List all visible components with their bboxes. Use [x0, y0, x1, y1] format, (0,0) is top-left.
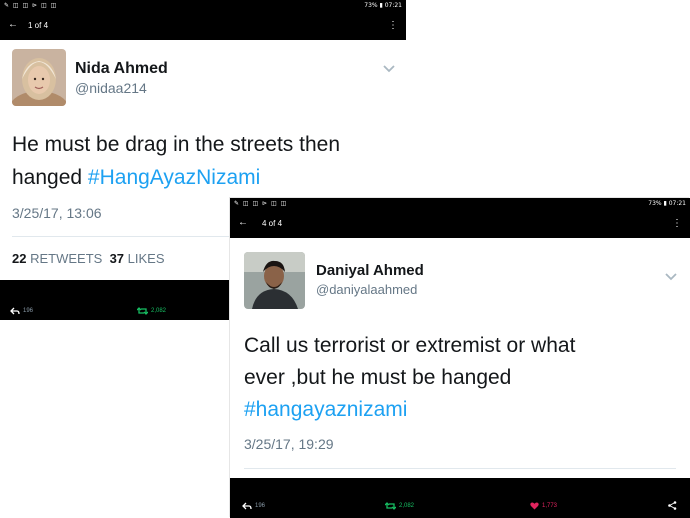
back-arrow-icon[interactable]: ←: [238, 217, 248, 228]
likes-count: 37: [109, 251, 125, 266]
back-arrow-icon[interactable]: ←: [8, 19, 18, 30]
status-bar: ✎ ◫ ◫ ⊳ ◫ ◫ 73% ▮ 07:21: [0, 0, 406, 12]
reply-button[interactable]: 196: [10, 307, 33, 315]
divider: [244, 468, 676, 469]
status-icons-left: ✎ ◫ ◫ ⊳ ◫ ◫: [4, 2, 58, 9]
display-name[interactable]: Daniyal Ahmed: [316, 262, 424, 279]
action-bar: 196 2,082 1,773: [230, 478, 690, 518]
retweet-count: 2,082: [399, 503, 415, 509]
tweet-line-2: hanged: [12, 166, 88, 189]
timestamp: 3/25/17, 13:06: [12, 205, 102, 221]
avatar[interactable]: [12, 49, 66, 106]
user-handle[interactable]: @daniyalaahmed: [316, 282, 417, 297]
retweets-label[interactable]: RETWEETS: [30, 251, 102, 266]
reply-button[interactable]: 196: [242, 502, 265, 510]
like-count: 1,773: [542, 503, 558, 509]
retweet-button[interactable]: 2,082: [137, 307, 166, 315]
pager-label: 4 of 4: [262, 219, 283, 228]
user-handle[interactable]: @nidaa214: [75, 80, 147, 96]
status-right: 73% ▮ 07:21: [364, 2, 402, 9]
tweet-line-1: He must be drag in the streets then: [12, 133, 341, 156]
reply-count: 196: [23, 308, 34, 314]
top-nav: ← 4 of 4 ⋮: [230, 210, 690, 238]
avatar[interactable]: [244, 252, 305, 309]
tweet-text: He must be drag in the streets then hang…: [12, 128, 402, 194]
status-right: 73% ▮ 07:21: [648, 200, 686, 207]
reply-icon: [242, 502, 252, 510]
share-button[interactable]: [668, 501, 677, 510]
likes-label[interactable]: LIKES: [128, 251, 165, 266]
retweet-icon: [385, 502, 396, 510]
retweet-icon: [137, 307, 148, 315]
engagement-stats: 22 RETWEETS 37 LIKES: [12, 251, 165, 266]
retweet-button[interactable]: 2,082: [385, 502, 414, 510]
reply-count: 196: [255, 503, 266, 509]
status-bar: ✎ ◫ ◫ ⊳ ◫ ◫ 73% ▮ 07:21: [230, 198, 690, 210]
display-name[interactable]: Nida Ahmed: [75, 60, 168, 78]
timestamp: 3/25/17, 19:29: [244, 436, 334, 452]
tweet-line-1: Call us terrorist or extremist or what: [244, 334, 576, 357]
top-nav: ← 1 of 4 ⋮: [0, 12, 406, 40]
screenshot-2: ✎ ◫ ◫ ⊳ ◫ ◫ 73% ▮ 07:21 ← 4 of 4 ⋮ Daniy…: [230, 198, 690, 518]
tweet-text: Call us terrorist or extremist or what e…: [244, 330, 684, 426]
reply-icon: [10, 307, 20, 315]
more-options-icon[interactable]: ⋮: [388, 20, 398, 31]
more-options-icon[interactable]: ⋮: [672, 218, 682, 229]
heart-icon: [530, 502, 539, 510]
share-icon: [668, 501, 677, 510]
chevron-down-icon[interactable]: [665, 268, 677, 286]
chevron-down-icon[interactable]: [383, 60, 395, 76]
tweet-line-2: ever ,but he must be hanged: [244, 366, 512, 389]
hashtag-link[interactable]: #hangayaznizami: [244, 394, 684, 426]
like-button[interactable]: 1,773: [530, 502, 557, 510]
retweet-count: 2,082: [151, 308, 167, 314]
retweets-count: 22: [12, 251, 27, 266]
pager-label: 1 of 4: [28, 21, 49, 30]
hashtag-link[interactable]: #HangAyazNizami: [88, 166, 260, 189]
status-icons-left: ✎ ◫ ◫ ⊳ ◫ ◫: [234, 200, 288, 207]
